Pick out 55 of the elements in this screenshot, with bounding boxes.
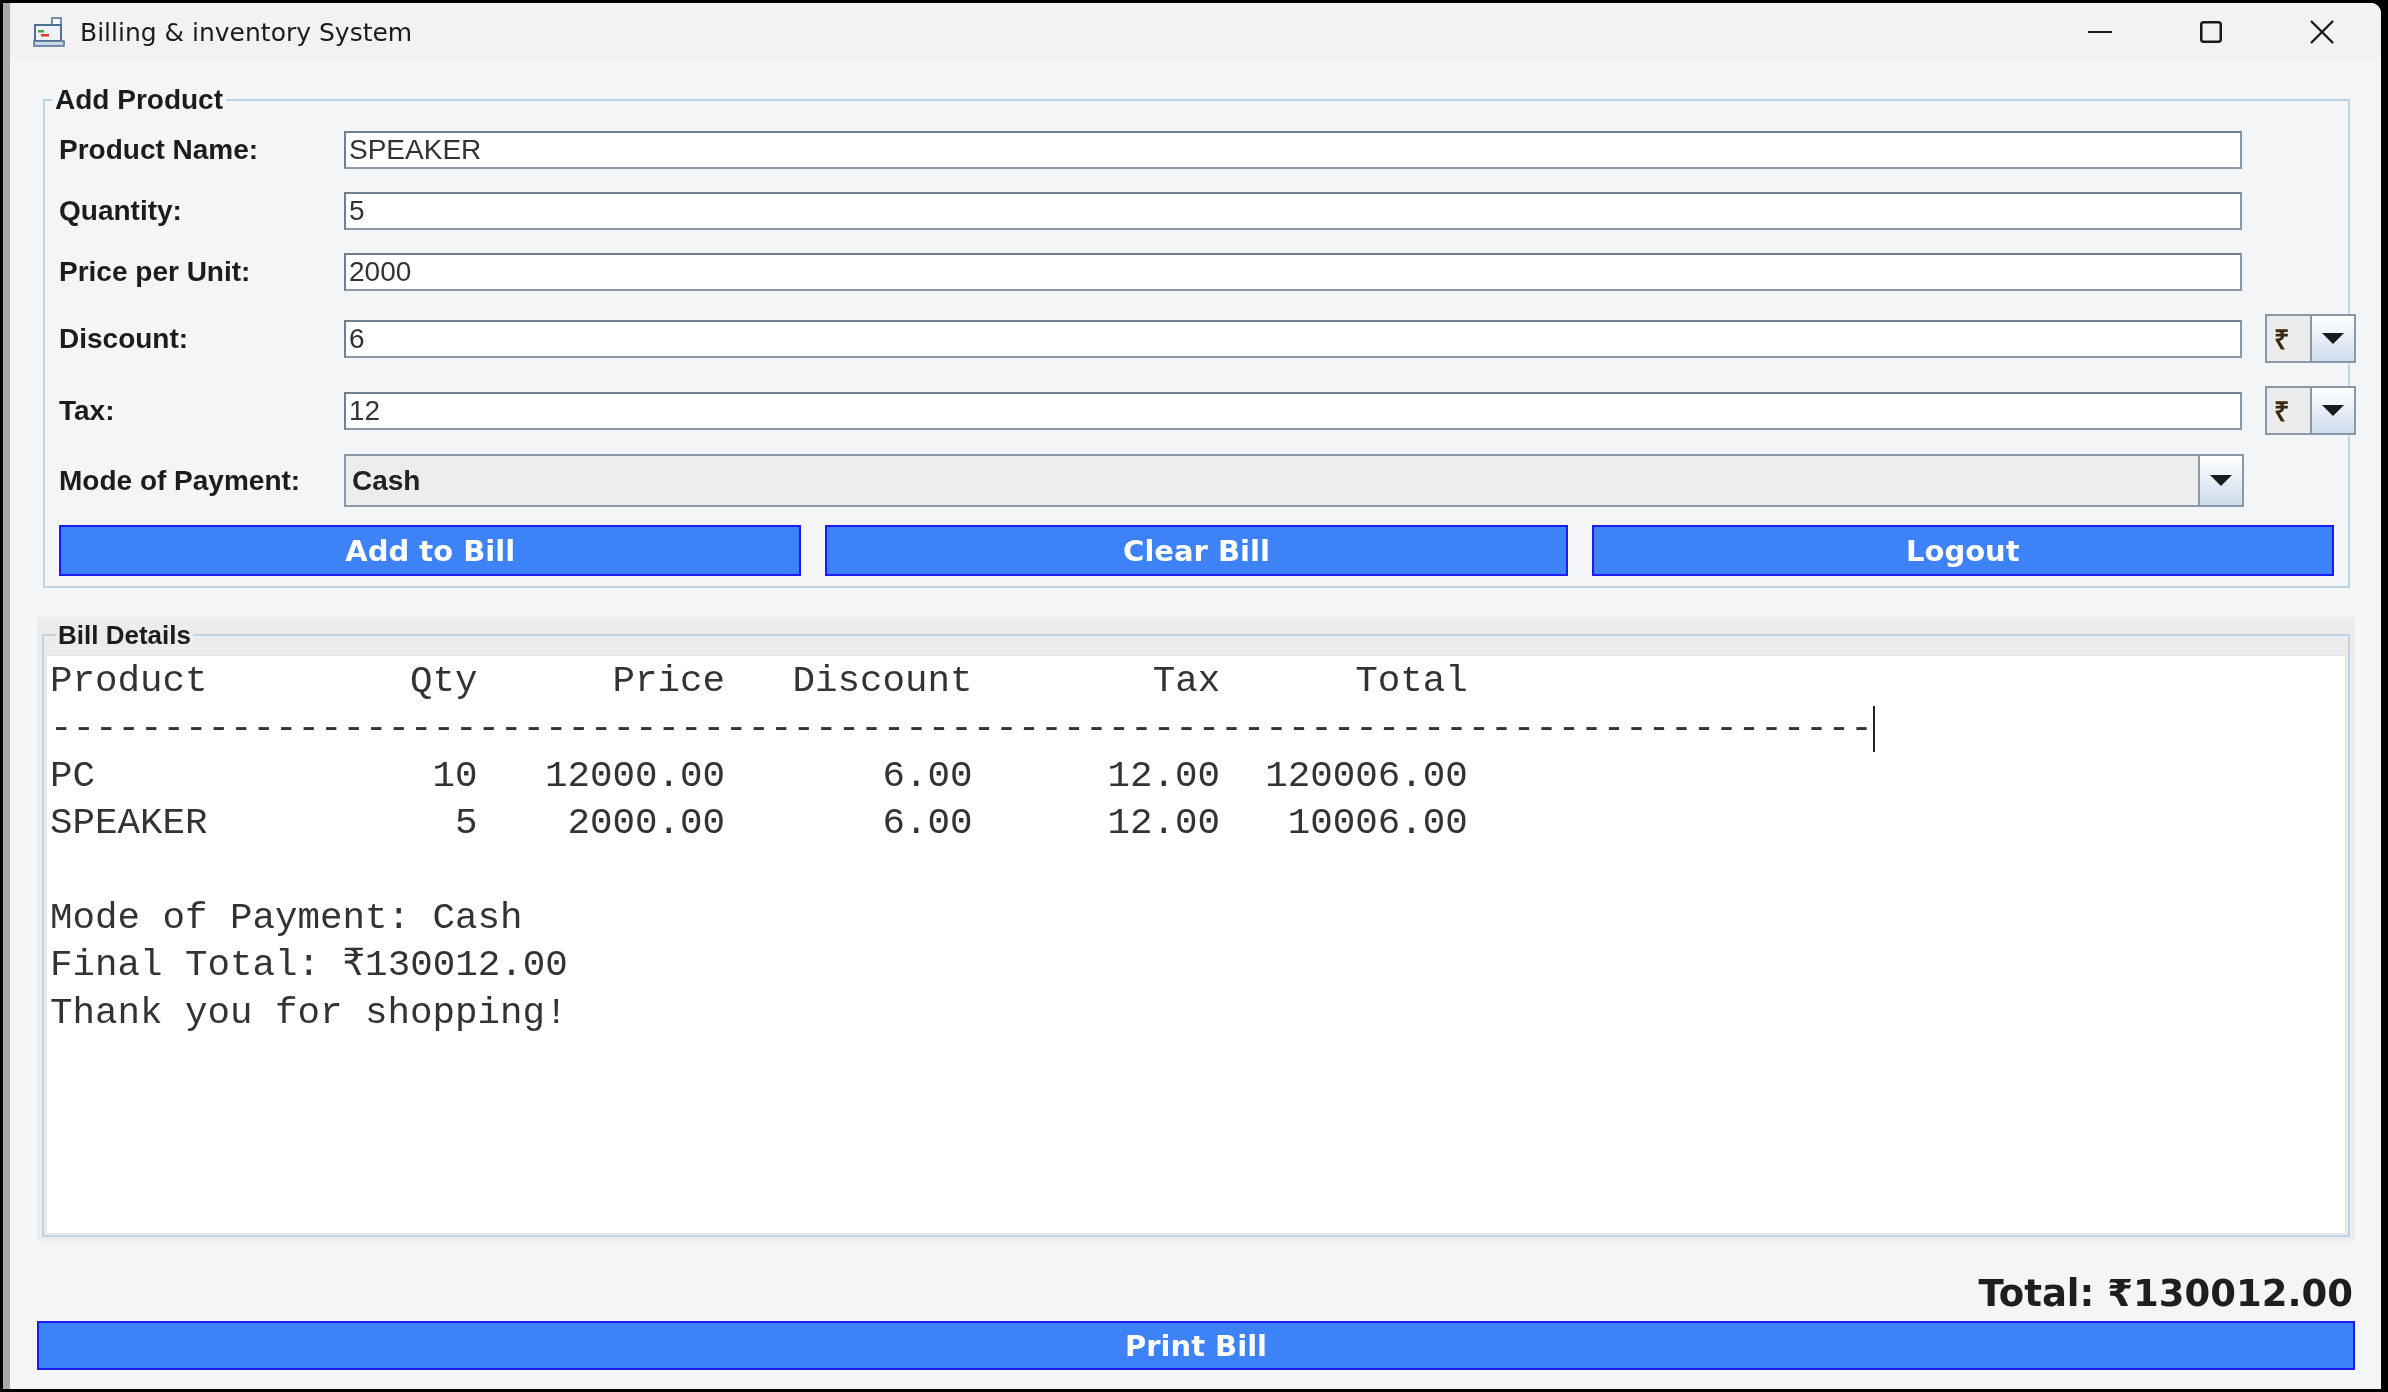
bill-column-header: Qty <box>410 659 478 704</box>
action-button[interactable]: Add to Bill <box>59 525 802 576</box>
group-title: Add Product <box>54 84 224 116</box>
caret-down-icon <box>2322 405 2344 416</box>
bill-cell-text: 10 <box>431 753 478 799</box>
dropdown-arrow-button[interactable] <box>2310 388 2354 433</box>
bill-text-line: Thank you for shopping! <box>50 991 568 1034</box>
cash-register-icon <box>33 17 65 47</box>
action-button[interactable]: Clear Bill <box>825 525 1568 576</box>
bill-column-header: Price <box>611 659 726 704</box>
currency-dropdown[interactable]: ₹ <box>2265 314 2356 363</box>
dropdown[interactable]: Cash <box>344 454 2244 507</box>
text-field[interactable]: 5 <box>344 192 2242 230</box>
bill-cell-text: 120006.00 <box>1264 753 1468 799</box>
bill-column-header: Discount <box>791 659 973 704</box>
bill-cell-text: 5 <box>454 801 478 847</box>
currency-dropdown[interactable]: ₹ <box>2265 386 2356 435</box>
field-label: Discount: <box>59 322 190 355</box>
bill-cell-text: 12.00 <box>1106 753 1221 799</box>
field-label: Quantity: <box>59 195 183 227</box>
bill-cell-text: PC <box>50 753 96 799</box>
caret-down-icon <box>2210 475 2232 486</box>
group-title: Bill Details <box>57 620 192 650</box>
bill-text-line: Mode of Payment: Cash <box>50 897 523 939</box>
text-field[interactable]: 12 <box>344 391 2242 430</box>
dashed-separator-text: --------------------------------------------------------------------------------- <box>50 706 1873 752</box>
bill-column-header: Total <box>1354 659 1468 704</box>
bill-cell-text: 2000.00 <box>566 801 726 847</box>
field-label: Price per Unit: <box>59 256 252 288</box>
text-field[interactable]: SPEAKER <box>344 131 2242 169</box>
dropdown-arrow-button[interactable] <box>2310 316 2354 361</box>
bill-cell-text: 6.00 <box>881 801 973 847</box>
action-button[interactable]: Logout <box>1591 525 2334 576</box>
text-field[interactable]: 2000 <box>344 253 2242 291</box>
bill-text-line: Final Total: ₹130012.00 <box>50 944 568 987</box>
minimize-icon[interactable] <box>2087 31 2112 33</box>
field-label: Product Name: <box>59 134 260 166</box>
print-bill-button[interactable]: Print Bill <box>37 1321 2355 1370</box>
total-amount-label: Total: ₹130012.00 <box>1978 1272 2353 1316</box>
dropdown-arrow-button[interactable] <box>2198 456 2242 505</box>
window-title: Billing & inventory System <box>80 17 413 47</box>
text-field[interactable]: 6 <box>344 319 2242 358</box>
bill-cell-text: 10006.00 <box>1286 801 1468 847</box>
bill-cell-text: 12000.00 <box>544 753 726 799</box>
text-cursor-icon <box>1872 706 1875 753</box>
field-label: Mode of Payment: <box>59 464 302 497</box>
bill-cell-text: 12.00 <box>1106 801 1221 847</box>
bill-column-header: Product <box>50 659 209 704</box>
bill-cell-text: SPEAKER <box>50 801 209 847</box>
field-label: Tax: <box>59 394 116 427</box>
bill-cell-text: 6.00 <box>881 753 973 799</box>
caret-down-icon <box>2322 333 2344 344</box>
close-icon[interactable] <box>2309 20 2334 44</box>
maximize-icon[interactable] <box>2199 21 2222 43</box>
bill-column-header: Tax <box>1151 659 1221 704</box>
